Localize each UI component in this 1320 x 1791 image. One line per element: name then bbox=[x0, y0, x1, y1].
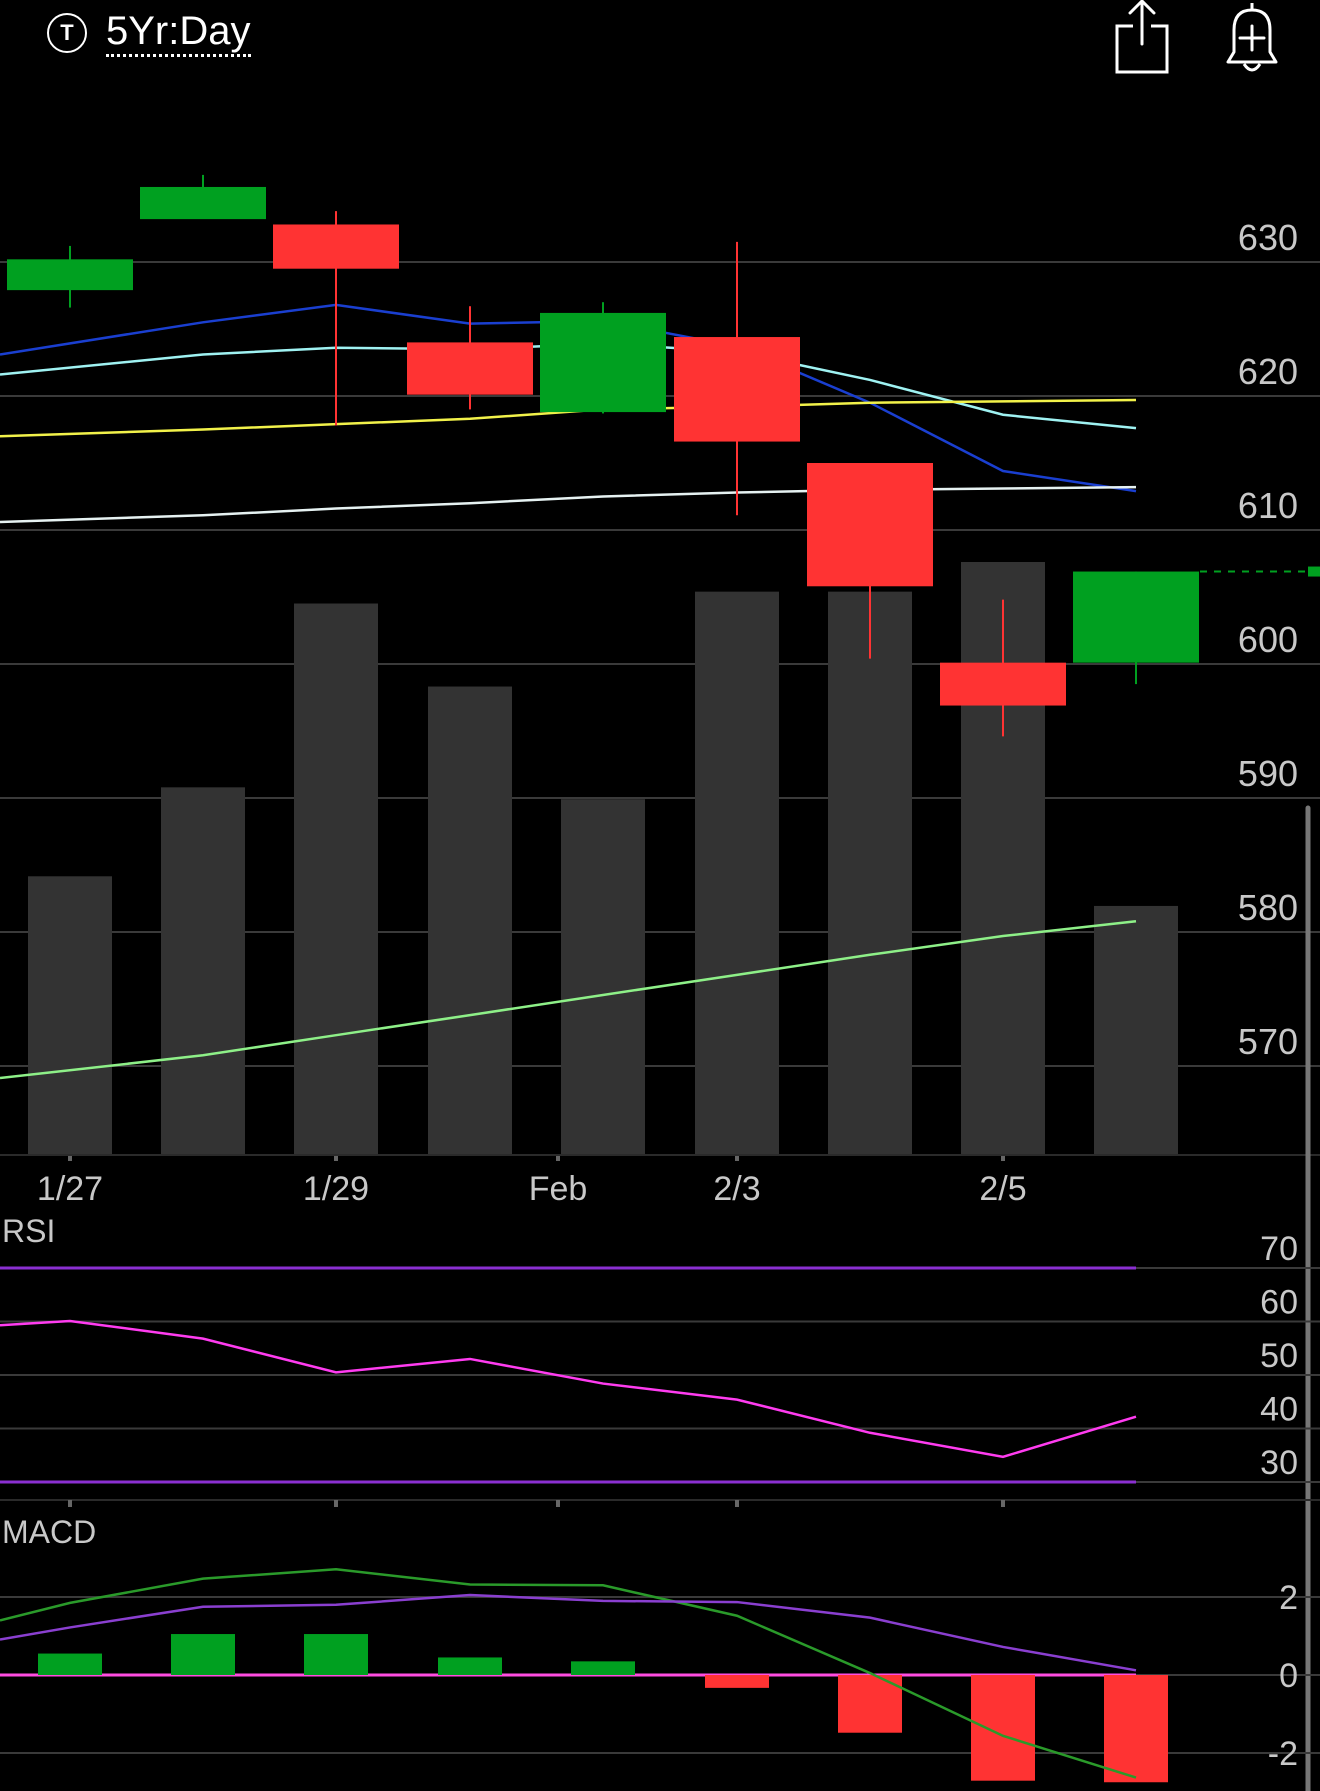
macd-tick-label: -2 bbox=[1268, 1735, 1298, 1773]
rsi-line bbox=[0, 1319, 1137, 1459]
price-tick-label: 590 bbox=[1238, 753, 1298, 794]
candle-down bbox=[807, 463, 933, 587]
rsi-tick-label: 30 bbox=[1260, 1444, 1298, 1482]
volume-bar bbox=[561, 799, 645, 1155]
date-tick-label: 1/27 bbox=[37, 1170, 103, 1208]
macd-histogram-bar bbox=[971, 1675, 1035, 1781]
macd-histogram-bar bbox=[1104, 1675, 1168, 1783]
price-tick-label: 620 bbox=[1238, 351, 1298, 392]
price-tick-label: 600 bbox=[1238, 619, 1298, 660]
macd-tick-label: 2 bbox=[1279, 1579, 1298, 1617]
candle-down bbox=[273, 224, 399, 269]
candle-down bbox=[407, 342, 533, 395]
macd-histogram-bar bbox=[705, 1675, 769, 1688]
macd-histogram-bar bbox=[171, 1634, 235, 1675]
candle-up bbox=[7, 259, 133, 291]
price-tick-label: 570 bbox=[1238, 1021, 1298, 1062]
volume-bar bbox=[1094, 905, 1178, 1155]
rsi-tick-label: 50 bbox=[1260, 1337, 1298, 1375]
date-tick-label: Feb bbox=[529, 1170, 588, 1208]
macd-histogram-bar bbox=[438, 1657, 502, 1675]
macd-histogram-bar bbox=[571, 1661, 635, 1675]
price-tick-label: 580 bbox=[1238, 887, 1298, 928]
candle-up bbox=[1073, 571, 1199, 663]
rsi-title: RSI bbox=[2, 1213, 55, 1249]
candle-down bbox=[674, 337, 800, 442]
volume-bar bbox=[294, 603, 378, 1155]
volume-bar bbox=[428, 686, 512, 1155]
volume-bar bbox=[828, 591, 912, 1155]
moving-average-line bbox=[0, 485, 1137, 524]
price-tick-label: 610 bbox=[1238, 485, 1298, 526]
stock-chart[interactable]: 6306206106005905805701/27 1/29 Feb 2/3 2/5RS… bbox=[0, 0, 1320, 1791]
macd-histogram-bar bbox=[38, 1653, 102, 1675]
rsi-tick-label: 60 bbox=[1260, 1284, 1298, 1322]
price-tick-label: 630 bbox=[1238, 217, 1298, 258]
volume-bar bbox=[161, 787, 245, 1155]
volume-bar bbox=[28, 876, 112, 1155]
last-price-marker bbox=[1308, 566, 1320, 577]
rsi-tick-label: 70 bbox=[1260, 1230, 1298, 1268]
macd-histogram-bar bbox=[304, 1634, 368, 1675]
candle-up bbox=[540, 312, 666, 413]
rsi-tick-label: 40 bbox=[1260, 1391, 1298, 1429]
candle-up bbox=[140, 186, 266, 220]
date-tick-label: 2/3 bbox=[713, 1170, 760, 1208]
macd-title: MACD bbox=[2, 1514, 96, 1550]
date-tick-label: 2/5 bbox=[979, 1170, 1026, 1208]
volume-bar bbox=[695, 591, 779, 1155]
macd-tick-label: 0 bbox=[1279, 1657, 1298, 1695]
signal-line bbox=[0, 1593, 1137, 1672]
candle-down bbox=[940, 662, 1066, 706]
date-tick-label: 1/29 bbox=[303, 1170, 369, 1208]
